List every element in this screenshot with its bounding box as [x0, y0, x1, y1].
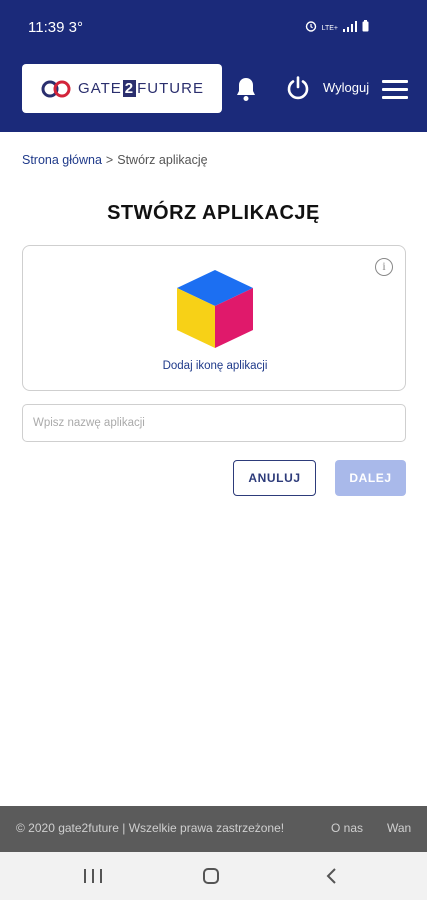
android-navigation-bar — [0, 852, 427, 900]
breadcrumb-home-link[interactable]: Strona główna — [22, 153, 102, 167]
footer-copyright: © 2020 gate2future | Wszelkie prawa zast… — [16, 821, 285, 835]
page-footer: © 2020 gate2future | Wszelkie prawa zast… — [0, 806, 427, 852]
footer-about-link[interactable]: O nas — [331, 821, 363, 835]
top-navigation-bar: GATE 2 FUTURE Wyloguj — [0, 56, 427, 132]
cancel-button[interactable]: ANULUJ — [233, 460, 316, 496]
battery-icon — [362, 19, 369, 37]
status-time: 11:39 3° — [28, 19, 83, 36]
app-icon-upload-card[interactable]: i Dodaj ikonę aplikacji — [22, 245, 406, 391]
logo-text: GATE 2 FUTURE — [78, 80, 204, 97]
network-label: LTE+ — [321, 24, 338, 32]
page-title: STWÓRZ APLIKACJĘ — [107, 202, 320, 224]
next-button[interactable]: DALEJ — [335, 460, 406, 496]
logout-link[interactable]: Wyloguj — [323, 80, 369, 95]
back-icon[interactable] — [324, 867, 340, 885]
add-app-icon-link[interactable]: Dodaj ikonę aplikacji — [23, 360, 407, 372]
app-cube-icon[interactable] — [175, 268, 255, 350]
logo-infinity-icon — [41, 80, 71, 97]
breadcrumb-current: Stwórz aplikację — [117, 153, 208, 167]
status-icons: LTE+ — [305, 19, 369, 37]
status-bar: 11:39 3° LTE+ — [0, 0, 427, 56]
footer-more-link[interactable]: Wan — [387, 821, 411, 835]
breadcrumb-separator: > — [105, 153, 114, 167]
alarm-icon — [305, 19, 317, 37]
recent-apps-icon[interactable] — [84, 869, 102, 883]
signal-icon — [343, 19, 357, 37]
home-icon[interactable] — [203, 868, 219, 884]
gate2future-logo[interactable]: GATE 2 FUTURE — [22, 64, 222, 113]
hamburger-menu-icon[interactable] — [382, 80, 408, 100]
bell-icon[interactable] — [234, 76, 258, 102]
power-icon[interactable] — [286, 76, 310, 100]
app-name-input[interactable] — [22, 404, 406, 442]
breadcrumb: Strona główna > Stwórz aplikację — [22, 153, 208, 167]
info-icon[interactable]: i — [375, 258, 393, 276]
